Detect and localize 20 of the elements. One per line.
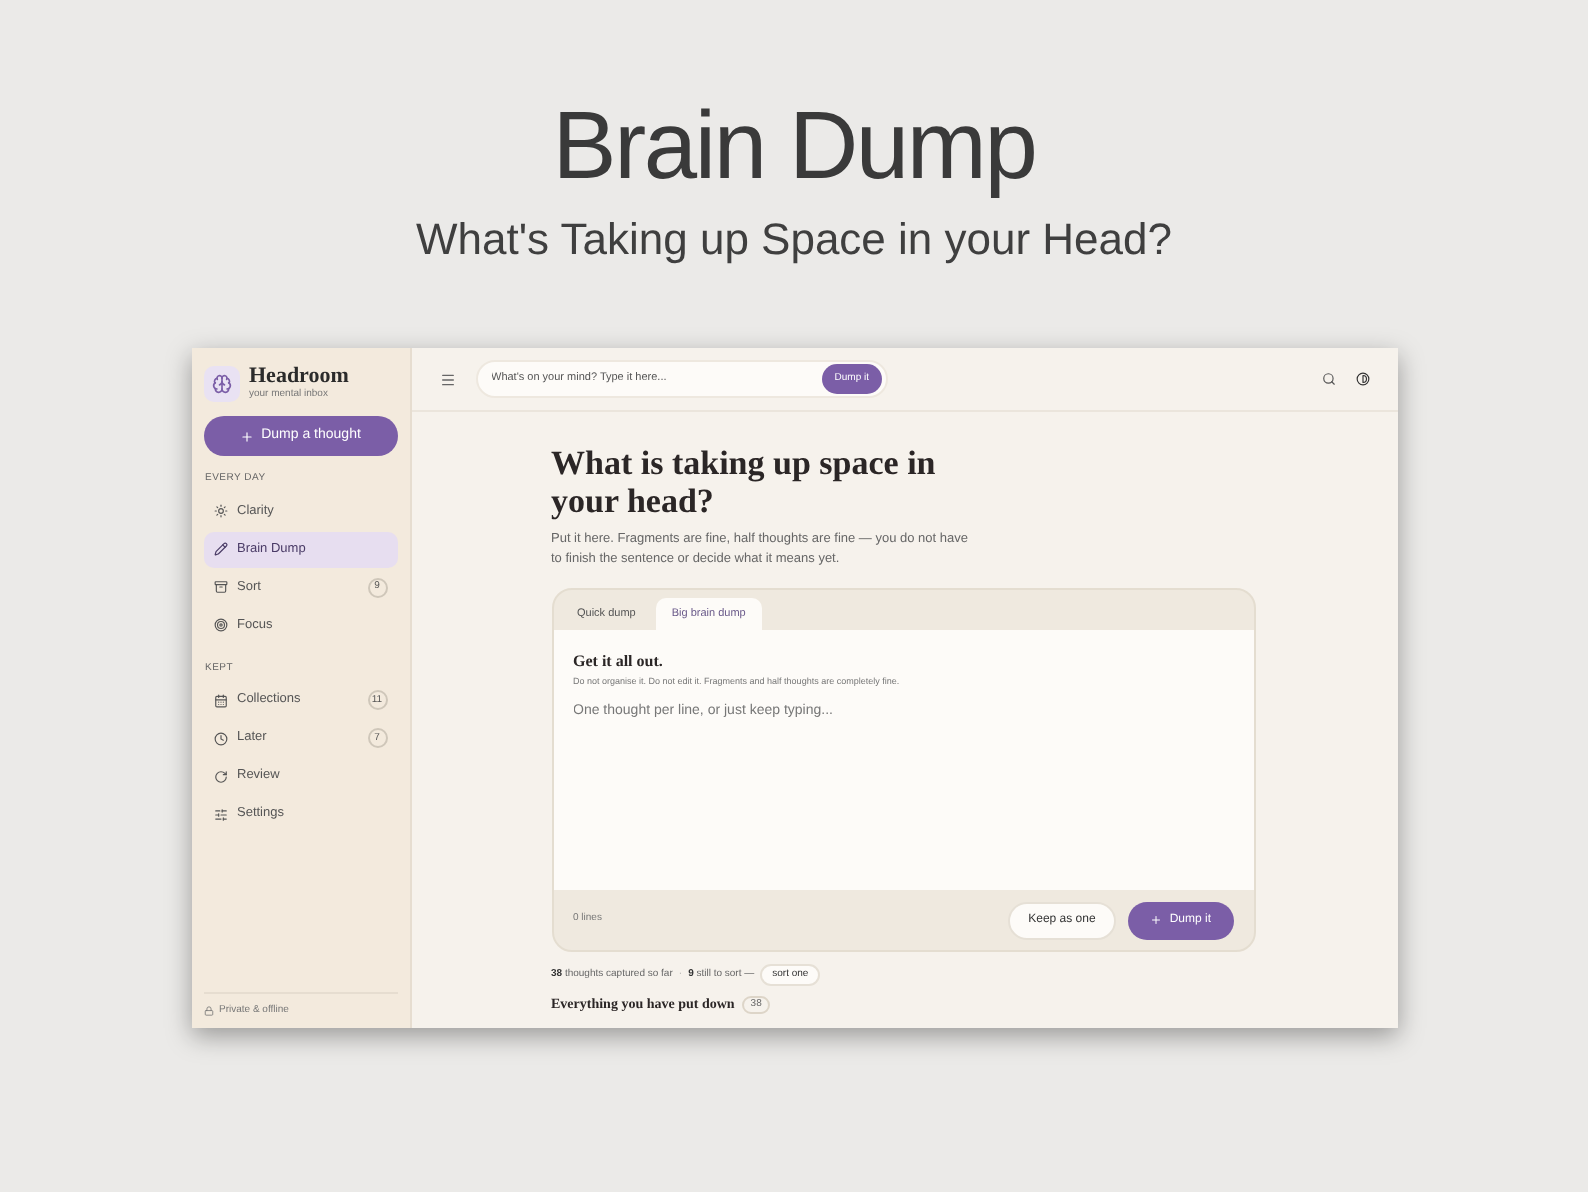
brand-name: Headroom — [249, 364, 349, 388]
search-icon[interactable] — [1321, 372, 1335, 386]
menu-icon[interactable] — [439, 371, 455, 387]
page-subtitle: What's Taking up Space in your Head? — [415, 212, 1173, 268]
main-heading: What is taking up space in your head? — [551, 444, 938, 520]
archive-icon — [213, 580, 227, 594]
contrast-icon[interactable] — [1355, 372, 1369, 386]
pencil-icon — [213, 542, 227, 556]
sun-icon — [213, 504, 227, 518]
brain-logo-icon — [203, 365, 239, 401]
refresh-icon — [213, 769, 227, 783]
lock-icon — [203, 1005, 213, 1016]
calendar-icon — [213, 693, 227, 707]
sliders-icon — [213, 807, 227, 821]
clock-icon — [213, 731, 227, 745]
target-icon — [213, 618, 227, 632]
card-title: Get it all out. — [573, 650, 665, 674]
page-title: Brain Dump — [552, 92, 1036, 204]
plus-icon — [239, 429, 254, 443]
plus-icon — [1149, 914, 1162, 926]
